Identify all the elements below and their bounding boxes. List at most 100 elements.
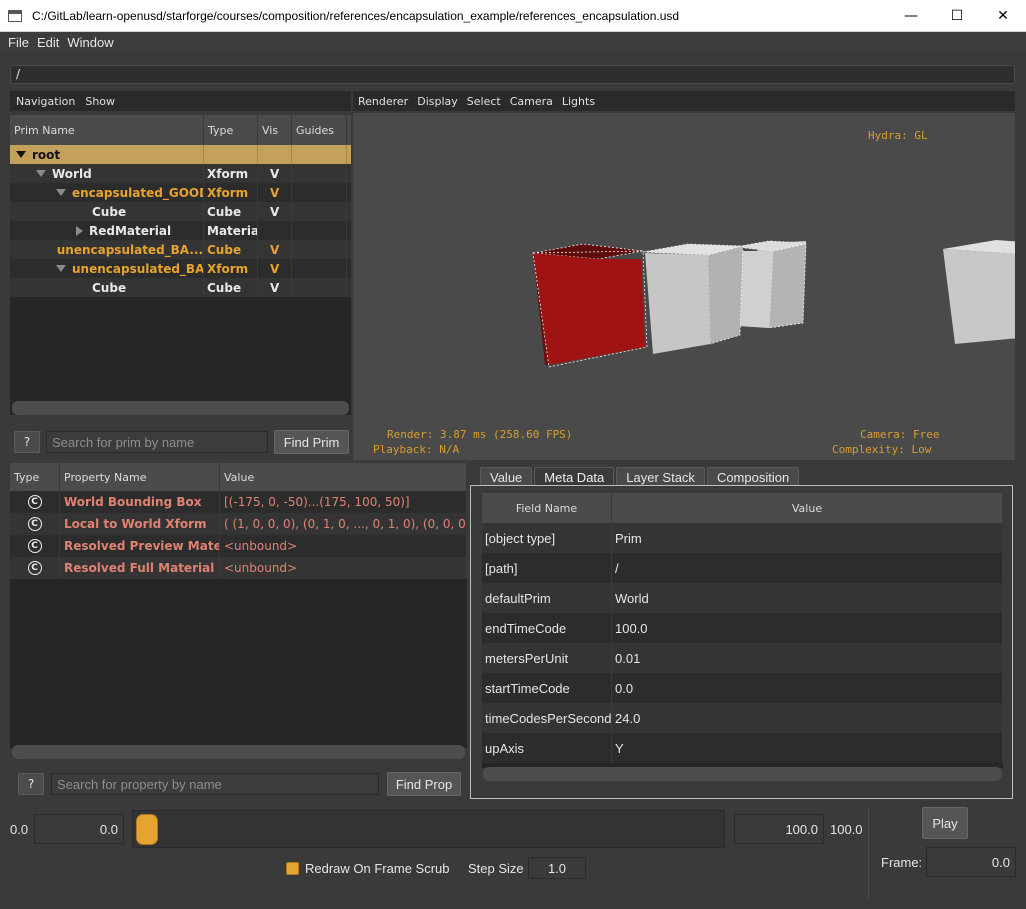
computed-property-icon: C	[27, 561, 42, 575]
prim-tree-row[interactable]: root	[10, 145, 351, 164]
window-title: C:/GitLab/learn-openusd/starforge/course…	[32, 8, 680, 23]
column-meta-value[interactable]: Value	[612, 493, 1003, 523]
prim-tree-row[interactable]: Cube Cube V	[10, 202, 351, 221]
tab-meta-data[interactable]: Meta Data	[534, 467, 615, 486]
prim-guides[interactable]	[292, 278, 347, 297]
expand-arrow-down-icon[interactable]	[16, 151, 26, 158]
frame-slider[interactable]	[132, 810, 725, 848]
start-time-field[interactable]: 0.0	[34, 814, 124, 844]
metadata-row[interactable]: startTimeCode 0.0	[482, 673, 1003, 703]
menu-window[interactable]: Window	[63, 35, 117, 50]
frame-field[interactable]: 0.0	[926, 847, 1016, 877]
prim-search-help-button[interactable]: ?	[14, 431, 40, 453]
property-search-input[interactable]	[51, 773, 379, 795]
prim-visibility[interactable]	[258, 221, 292, 240]
cube-grey-middle-side	[707, 245, 744, 345]
metadata-row[interactable]: timeCodesPerSecond 24.0	[482, 703, 1003, 733]
property-row[interactable]: C World Bounding Box [(-175, 0, -50)...(17…	[10, 491, 467, 513]
prim-name: World	[52, 166, 92, 181]
property-row[interactable]: C Resolved Full Material <unbound>	[10, 557, 467, 579]
prim-tree-scrollbar[interactable]	[12, 401, 349, 415]
3d-viewport[interactable]: Hydra: GL Render: 3.87 ms (258.60 FPS) P…	[353, 113, 1015, 460]
menu-select[interactable]: Select	[467, 95, 501, 108]
prim-tree-row[interactable]: unencapsulated_BA... Xform V	[10, 259, 351, 278]
metadata-row[interactable]: upAxis Y	[482, 733, 1003, 763]
expand-arrow-down-icon[interactable]	[56, 265, 66, 272]
prim-name-cell: Cube	[10, 278, 204, 297]
prim-tree-row[interactable]: Cube Cube V	[10, 278, 351, 297]
find-prim-button[interactable]: Find Prim	[274, 430, 349, 454]
tab-composition[interactable]: Composition	[706, 467, 800, 486]
prim-name: unencapsulated_BA...	[56, 242, 203, 257]
close-button[interactable]: ✕	[980, 0, 1026, 32]
menu-edit[interactable]: Edit	[33, 35, 63, 50]
prim-visibility[interactable]: V	[258, 240, 292, 259]
menu-file[interactable]: File	[4, 35, 33, 50]
metadata-row[interactable]: metersPerUnit 0.01	[482, 643, 1003, 673]
expand-arrow-down-icon[interactable]	[36, 170, 46, 177]
end-time-field[interactable]: 100.0	[734, 814, 824, 844]
prim-visibility[interactable]	[258, 145, 292, 164]
menu-lights[interactable]: Lights	[562, 95, 595, 108]
prim-name-cell: World	[10, 164, 204, 183]
column-prim-name[interactable]: Prim Name	[10, 115, 204, 145]
column-field-name[interactable]: Field Name	[482, 493, 612, 523]
prim-search-input[interactable]	[46, 431, 268, 453]
prim-tree-row[interactable]: encapsulated_GOOD Xform V	[10, 183, 351, 202]
redraw-checkbox[interactable]	[286, 862, 299, 875]
prim-tree-row[interactable]: World Xform V	[10, 164, 351, 183]
prim-visibility[interactable]: V	[258, 278, 292, 297]
prim-path-field[interactable]: /	[10, 65, 1015, 84]
prim-name-cell: unencapsulated_BA...	[10, 259, 204, 278]
metadata-field-name: defaultPrim	[482, 583, 612, 613]
find-prop-button[interactable]: Find Prop	[387, 772, 461, 796]
metadata-row[interactable]: endTimeCode 100.0	[482, 613, 1003, 643]
cube-grey-middle-face	[645, 253, 710, 354]
prim-tree-row[interactable]: RedMaterial Material	[10, 221, 351, 240]
metadata-table-scrollbar[interactable]	[483, 767, 1002, 781]
prop-search-help-button[interactable]: ?	[18, 773, 44, 795]
expand-arrow-down-icon[interactable]	[56, 189, 66, 196]
minimize-button[interactable]: —	[888, 0, 934, 32]
prim-visibility[interactable]: V	[258, 202, 292, 221]
prim-guides[interactable]	[292, 240, 347, 259]
prim-guides[interactable]	[292, 145, 347, 164]
step-size-field[interactable]: 1.0	[528, 857, 586, 879]
column-property-value[interactable]: Value	[220, 463, 467, 491]
prim-guides[interactable]	[292, 259, 347, 278]
menu-show[interactable]: Show	[85, 95, 115, 108]
metadata-row[interactable]: defaultPrim World	[482, 583, 1003, 613]
tab-value[interactable]: Value	[480, 467, 533, 486]
prim-guides[interactable]	[292, 164, 347, 183]
property-table-scrollbar[interactable]	[12, 745, 465, 759]
prim-visibility[interactable]: V	[258, 259, 292, 278]
menu-navigation[interactable]: Navigation	[16, 95, 75, 108]
maximize-button[interactable]: ☐	[934, 0, 980, 32]
property-row[interactable]: C Resolved Preview Material<unbound>	[10, 535, 467, 557]
prim-guides[interactable]	[292, 202, 347, 221]
menu-renderer[interactable]: Renderer	[358, 95, 408, 108]
metadata-table-body: [object type] Prim [path] / defaultPrim World…	[482, 523, 1003, 763]
expand-arrow-right-icon[interactable]	[76, 225, 83, 236]
column-type[interactable]: Type	[204, 115, 258, 145]
play-button[interactable]: Play	[922, 807, 968, 839]
prim-visibility[interactable]: V	[258, 164, 292, 183]
frame-slider-handle[interactable]	[136, 814, 158, 845]
prim-guides[interactable]	[292, 183, 347, 202]
menu-camera[interactable]: Camera	[510, 95, 553, 108]
column-prop-type[interactable]: Type	[10, 463, 60, 491]
tab-layer-stack[interactable]: Layer Stack	[616, 467, 705, 486]
viewport-cubes	[532, 240, 807, 368]
metadata-row[interactable]: [path] /	[482, 553, 1003, 583]
metadata-row[interactable]: [object type] Prim	[482, 523, 1003, 553]
menu-display[interactable]: Display	[417, 95, 458, 108]
property-row[interactable]: C Local to World Xform( (1, 0, 0, 0), (0,…	[10, 513, 467, 535]
column-vis[interactable]: Vis	[258, 115, 292, 145]
column-property-name[interactable]: Property Name	[60, 463, 220, 491]
prim-visibility[interactable]: V	[258, 183, 292, 202]
column-guides[interactable]: Guides	[292, 115, 347, 145]
prim-tree-row[interactable]: unencapsulated_BA... Cube V	[10, 240, 351, 259]
prim-guides[interactable]	[292, 221, 347, 240]
prim-type: Cube	[204, 278, 258, 297]
prim-browser-menu: Navigation Show	[10, 91, 351, 111]
